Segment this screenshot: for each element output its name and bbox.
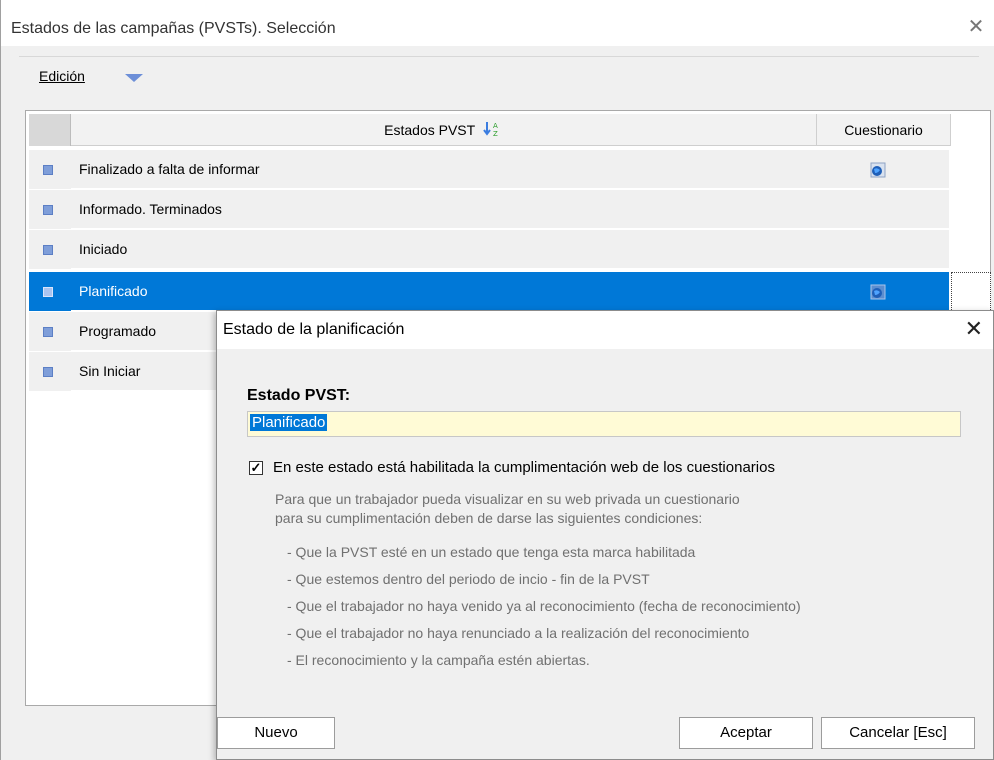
menu-edicion[interactable]: Edición <box>39 68 85 84</box>
dialog-close-icon[interactable]: ✕ <box>965 317 983 341</box>
table-row[interactable]: Informado. Terminados <box>29 190 951 230</box>
nuevo-button[interactable]: Nuevo <box>217 717 335 749</box>
outer-window-title: Estados de las campañas (PVSTs). Selecci… <box>11 20 336 37</box>
row-marker <box>43 367 53 377</box>
row-name: Informado. Terminados <box>71 190 817 229</box>
row-questionnaire-cell[interactable] <box>817 272 949 311</box>
estado-pvst-value: Planificado <box>250 414 328 431</box>
menu-bar <box>19 56 979 104</box>
row-stub <box>29 190 71 229</box>
menu-edicion-label: Edición <box>39 68 85 84</box>
row-marker <box>43 245 53 255</box>
sort-az-icon: A Z <box>483 122 498 137</box>
nuevo-button-label: Nuevo <box>254 724 298 741</box>
row-name: Planificado <box>71 272 817 311</box>
condition-item: - Que estemos dentro del periodo de inci… <box>287 571 650 587</box>
planning-state-dialog: Estado de la planificación ✕ Estado PVST… <box>216 310 994 760</box>
svg-text:Z: Z <box>493 130 498 137</box>
row-questionnaire-cell[interactable] <box>817 190 949 229</box>
condition-item: - Que el trabajador no haya renunciado a… <box>287 625 750 641</box>
row-stub <box>29 150 71 189</box>
dialog-title-bar: Estado de la planificación ✕ <box>217 311 993 349</box>
dialog-title: Estado de la planificación <box>223 321 405 338</box>
globe-icon <box>870 162 886 178</box>
row-questionnaire-cell[interactable] <box>817 230 949 269</box>
row-marker <box>43 165 53 175</box>
row-stub <box>29 352 71 391</box>
cancelar-button[interactable]: Cancelar [Esc] <box>821 717 975 749</box>
row-questionnaire-cell[interactable] <box>817 150 949 189</box>
chevron-down-icon[interactable] <box>125 74 143 82</box>
row-name: Iniciado <box>71 230 817 269</box>
row-marker <box>43 287 53 297</box>
estado-pvst-label: Estado PVST: <box>247 387 351 404</box>
outer-close-icon[interactable]: ✕ <box>965 16 987 38</box>
condition-item: - Que el trabajador no haya venido ya al… <box>287 598 801 614</box>
row-stub <box>29 230 71 269</box>
table-row[interactable]: Finalizado a falta de informar <box>29 150 951 190</box>
focus-cell[interactable] <box>951 272 991 312</box>
cancelar-button-label: Cancelar [Esc] <box>849 724 947 741</box>
table-row[interactable]: Iniciado <box>29 230 951 270</box>
table-row-selected[interactable]: Planificado <box>29 272 951 312</box>
header-estados-label: Estados PVST <box>384 122 475 138</box>
outer-title-bar: Estados de las campañas (PVSTs). Selecci… <box>1 0 994 46</box>
globe-icon <box>870 284 886 300</box>
row-stub <box>29 272 71 311</box>
help-text: Para que un trabajador pueda visualizar … <box>275 491 740 507</box>
help-text: para su cumplimentación deben de darse l… <box>275 510 703 526</box>
row-marker <box>43 327 53 337</box>
web-enabled-checkbox[interactable]: ✓ <box>249 461 263 475</box>
grid-header-stub <box>29 114 71 146</box>
row-name: Finalizado a falta de informar <box>71 150 817 189</box>
row-marker <box>43 205 53 215</box>
aceptar-button[interactable]: Aceptar <box>679 717 813 749</box>
aceptar-button-label: Aceptar <box>720 724 772 741</box>
svg-text:A: A <box>493 122 498 130</box>
header-cuestionario[interactable]: Cuestionario <box>817 114 951 146</box>
row-stub <box>29 312 71 351</box>
header-estados-pvst[interactable]: Estados PVST A Z <box>71 114 817 146</box>
condition-item: - Que la PVST esté en un estado que teng… <box>287 544 696 560</box>
estado-pvst-input[interactable]: Planificado <box>247 411 961 437</box>
web-enabled-label[interactable]: En este estado está habilitada la cumpli… <box>273 459 775 476</box>
condition-item: - El reconocimiento y la campaña estén a… <box>287 652 590 668</box>
